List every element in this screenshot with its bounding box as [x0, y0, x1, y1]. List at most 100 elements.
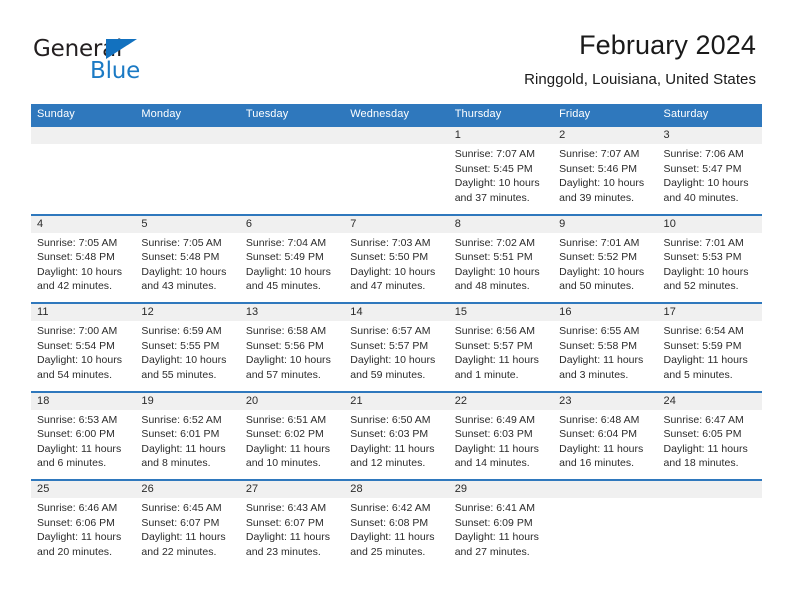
- day-number: 20: [245, 394, 259, 407]
- daylight-text-line1: Daylight: 11 hours: [37, 531, 122, 544]
- general-blue-logo[interactable]: General Blue: [33, 36, 213, 94]
- calendar-day-cell[interactable]: 23 Sunrise: 6:48 AM Sunset: 6:04 PM Dayl…: [553, 393, 657, 480]
- day-details: Sunrise: 6:50 AM Sunset: 6:03 PM Dayligh…: [350, 413, 442, 471]
- day-details: Sunrise: 7:06 AM Sunset: 5:47 PM Dayligh…: [664, 147, 756, 205]
- daylight-text-line1: Daylight: 10 hours: [350, 265, 436, 278]
- day-details: Sunrise: 6:56 AM Sunset: 5:57 PM Dayligh…: [455, 324, 547, 382]
- calendar-day-cell[interactable]: 16 Sunrise: 6:55 AM Sunset: 5:58 PM Dayl…: [553, 304, 657, 391]
- calendar-day-cell[interactable]: 3 Sunrise: 7:06 AM Sunset: 5:47 PM Dayli…: [658, 127, 762, 214]
- daylight-text-line1: Daylight: 10 hours: [454, 265, 540, 278]
- calendar-day-cell[interactable]: 4 Sunrise: 7:05 AM Sunset: 5:48 PM Dayli…: [31, 216, 135, 303]
- daylight-text-line1: Daylight: 11 hours: [663, 354, 748, 367]
- sunrise-text: Sunrise: 6:51 AM: [245, 413, 327, 426]
- sunset-text: Sunset: 5:48 PM: [37, 251, 115, 264]
- daylight-text-line2: and 23 minutes.: [245, 545, 321, 558]
- day-number: 16: [559, 306, 572, 318]
- day-number: 3: [663, 129, 670, 141]
- calendar-day-cell[interactable]: 14 Sunrise: 6:57 AM Sunset: 5:57 PM Dayl…: [344, 304, 448, 391]
- calendar-day-cell[interactable]: 27 Sunrise: 6:43 AM Sunset: 6:07 PM Dayl…: [240, 481, 344, 568]
- calendar-day-cell[interactable]: 10 Sunrise: 7:01 AM Sunset: 5:53 PM Dayl…: [658, 216, 762, 303]
- sunset-text: Sunset: 5:55 PM: [141, 339, 220, 352]
- calendar-day-cell[interactable]: 15 Sunrise: 6:56 AM Sunset: 5:57 PM Dayl…: [449, 304, 553, 391]
- calendar-day-cell[interactable]: 12 Sunrise: 6:59 AM Sunset: 5:55 PM Dayl…: [135, 304, 239, 391]
- calendar-day-cell[interactable]: 9 Sunrise: 7:01 AM Sunset: 5:52 PM Dayli…: [553, 216, 657, 303]
- daylight-text-line1: Daylight: 11 hours: [454, 531, 539, 544]
- day-details: Sunrise: 7:07 AM Sunset: 5:45 PM Dayligh…: [455, 147, 547, 205]
- calendar-day-cell[interactable]: 13 Sunrise: 6:58 AM Sunset: 5:56 PM Dayl…: [240, 304, 344, 391]
- daylight-text-line2: and 5 minutes.: [663, 368, 733, 381]
- sunset-text: Sunset: 6:08 PM: [350, 516, 429, 529]
- sunrise-text: Sunrise: 6:48 AM: [559, 413, 640, 426]
- daylight-text-line2: and 10 minutes.: [245, 457, 321, 470]
- sunrise-text: Sunrise: 6:56 AM: [454, 325, 535, 337]
- day-number: 11: [37, 306, 49, 318]
- page-subtitle: Ringgold, Louisiana, United States: [524, 71, 756, 88]
- calendar-day-cell[interactable]: 26 Sunrise: 6:45 AM Sunset: 6:07 PM Dayl…: [135, 481, 239, 568]
- daylight-text-line1: Daylight: 11 hours: [559, 442, 644, 455]
- calendar-day-cell[interactable]: 22 Sunrise: 6:49 AM Sunset: 6:03 PM Dayl…: [449, 393, 553, 480]
- calendar-day-cell[interactable]: 21 Sunrise: 6:50 AM Sunset: 6:03 PM Dayl…: [344, 393, 448, 480]
- sunrise-text: Sunrise: 7:02 AM: [454, 236, 535, 249]
- calendar-day-cell[interactable]: 29 Sunrise: 6:41 AM Sunset: 6:09 PM Dayl…: [449, 481, 553, 568]
- daylight-text-line2: and 20 minutes.: [37, 545, 113, 558]
- sunset-text: Sunset: 5:54 PM: [37, 339, 115, 352]
- sunrise-text: Sunrise: 6:53 AM: [37, 413, 118, 426]
- calendar-day-cell[interactable]: 7 Sunrise: 7:03 AM Sunset: 5:50 PM Dayli…: [344, 216, 448, 303]
- calendar-day-cell[interactable]: 18 Sunrise: 6:53 AM Sunset: 6:00 PM Dayl…: [31, 393, 135, 480]
- calendar-day-cell[interactable]: 20 Sunrise: 6:51 AM Sunset: 6:02 PM Dayl…: [240, 393, 344, 480]
- daylight-text-line1: Daylight: 10 hours: [454, 177, 540, 190]
- daylight-text-line1: Daylight: 11 hours: [141, 531, 226, 544]
- sunrise-text: Sunrise: 6:43 AM: [245, 502, 327, 514]
- calendar-week-row: 25 Sunrise: 6:46 AM Sunset: 6:06 PM Dayl…: [31, 479, 762, 568]
- calendar-day-cell: [135, 127, 239, 214]
- daylight-text-line1: Daylight: 10 hours: [559, 265, 645, 278]
- calendar-page: General Blue February 2024 Ringgold, Lou…: [0, 0, 792, 612]
- calendar-day-cell[interactable]: 24 Sunrise: 6:47 AM Sunset: 6:05 PM Dayl…: [658, 393, 762, 480]
- sunrise-text: Sunrise: 6:45 AM: [141, 502, 222, 514]
- day-number: 5: [141, 217, 148, 230]
- calendar-grid: Sunday Monday Tuesday Wednesday Thursday…: [31, 104, 762, 568]
- calendar-day-cell: [240, 127, 344, 214]
- calendar-day-cell[interactable]: 5 Sunrise: 7:05 AM Sunset: 5:48 PM Dayli…: [135, 216, 239, 303]
- calendar-day-cell[interactable]: 2 Sunrise: 7:07 AM Sunset: 5:46 PM Dayli…: [553, 127, 657, 214]
- day-number: 2: [559, 129, 566, 141]
- sunrise-text: Sunrise: 7:05 AM: [141, 236, 222, 249]
- day-number: [559, 481, 651, 498]
- sunrise-text: Sunrise: 6:52 AM: [141, 413, 222, 426]
- calendar-day-cell[interactable]: 19 Sunrise: 6:52 AM Sunset: 6:01 PM Dayl…: [135, 393, 239, 480]
- sunrise-text: Sunrise: 6:47 AM: [663, 413, 744, 426]
- calendar-day-cell[interactable]: 1 Sunrise: 7:07 AM Sunset: 5:45 PM Dayli…: [449, 127, 553, 214]
- sunset-text: Sunset: 5:57 PM: [350, 339, 429, 352]
- day-details: Sunrise: 7:07 AM Sunset: 5:46 PM Dayligh…: [559, 147, 651, 205]
- daylight-text-line1: Daylight: 11 hours: [454, 442, 539, 455]
- calendar-day-cell[interactable]: 17 Sunrise: 6:54 AM Sunset: 5:59 PM Dayl…: [658, 304, 762, 391]
- calendar-day-cell[interactable]: 25 Sunrise: 6:46 AM Sunset: 6:06 PM Dayl…: [31, 481, 135, 568]
- sunset-text: Sunset: 5:45 PM: [454, 162, 533, 175]
- calendar-day-cell[interactable]: 6 Sunrise: 7:04 AM Sunset: 5:49 PM Dayli…: [240, 216, 344, 303]
- day-details: Sunrise: 7:02 AM Sunset: 5:51 PM Dayligh…: [455, 236, 547, 294]
- daylight-text-line1: Daylight: 11 hours: [141, 442, 226, 455]
- sunset-text: Sunset: 5:58 PM: [559, 339, 638, 352]
- sunset-text: Sunset: 5:59 PM: [663, 339, 742, 352]
- weekday-header-row: Sunday Monday Tuesday Wednesday Thursday…: [31, 104, 762, 125]
- daylight-text-line1: Daylight: 11 hours: [350, 442, 435, 455]
- daylight-text-line1: Daylight: 11 hours: [37, 442, 122, 455]
- calendar-week-row: 1 Sunrise: 7:07 AM Sunset: 5:45 PM Dayli…: [31, 125, 762, 214]
- day-number: [246, 127, 338, 144]
- daylight-text-line2: and 16 minutes.: [559, 457, 635, 470]
- daylight-text-line2: and 14 minutes.: [454, 457, 530, 470]
- calendar-day-cell[interactable]: 8 Sunrise: 7:02 AM Sunset: 5:51 PM Dayli…: [449, 216, 553, 303]
- sunrise-text: Sunrise: 6:57 AM: [350, 325, 431, 337]
- day-details: Sunrise: 6:59 AM Sunset: 5:55 PM Dayligh…: [141, 324, 233, 382]
- calendar-day-cell[interactable]: 28 Sunrise: 6:42 AM Sunset: 6:08 PM Dayl…: [344, 481, 448, 568]
- calendar-day-cell[interactable]: 11 Sunrise: 7:00 AM Sunset: 5:54 PM Dayl…: [31, 304, 135, 391]
- day-details: Sunrise: 6:53 AM Sunset: 6:00 PM Dayligh…: [37, 413, 129, 471]
- daylight-text-line1: Daylight: 10 hours: [141, 354, 227, 367]
- sunrise-text: Sunrise: 7:01 AM: [559, 236, 640, 249]
- day-number: 23: [559, 394, 572, 407]
- day-number: 24: [663, 394, 676, 407]
- day-number: 19: [141, 394, 154, 407]
- logo-triangle-icon: [106, 39, 137, 59]
- day-details: Sunrise: 7:00 AM Sunset: 5:54 PM Dayligh…: [37, 324, 129, 382]
- page-title: February 2024: [579, 30, 756, 60]
